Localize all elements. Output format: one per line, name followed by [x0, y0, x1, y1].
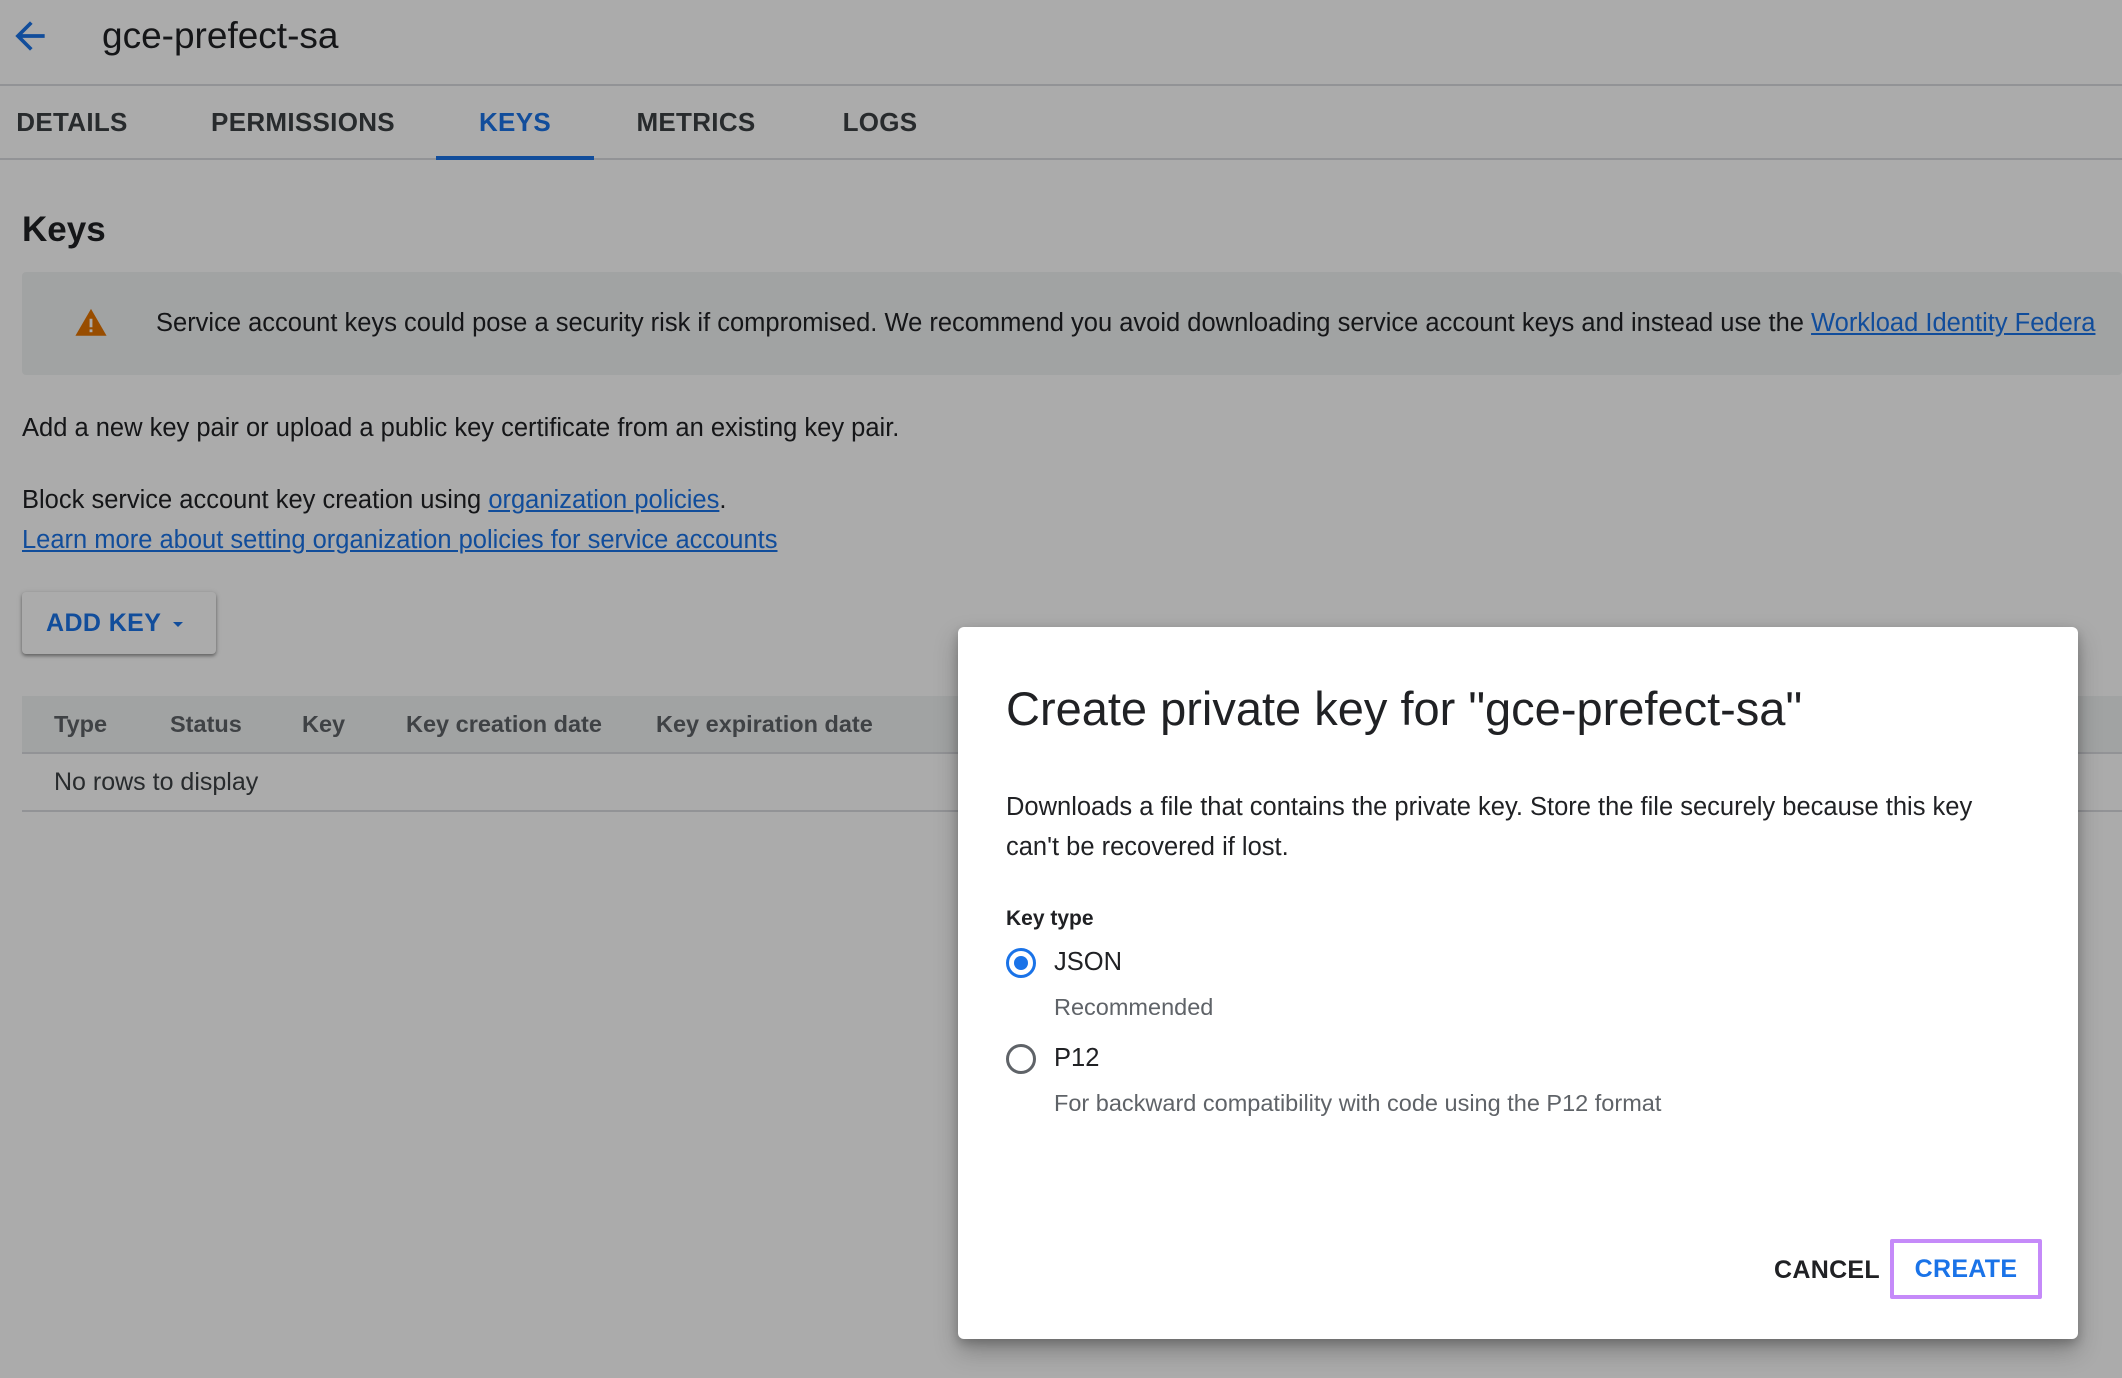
json-radio[interactable]: [1006, 948, 1036, 978]
create-private-key-dialog: Create private key for "gce-prefect-sa" …: [958, 627, 2078, 1339]
service-account-page: gce-prefect-sa DETAILS PERMISSIONS KEYS …: [0, 0, 2122, 1378]
cancel-button[interactable]: CANCEL: [1758, 1242, 1896, 1298]
dialog-description: Downloads a file that contains the priva…: [1006, 793, 1973, 861]
p12-radio[interactable]: [1006, 1044, 1036, 1074]
create-button[interactable]: CREATE: [1890, 1239, 2042, 1299]
key-type-label: Key type: [1006, 907, 1094, 930]
dialog-title: Create private key for "gce-prefect-sa": [1006, 682, 1803, 735]
json-option-label[interactable]: JSON: [1054, 945, 1122, 979]
p12-option-help: For backward compatibility with code usi…: [1054, 1090, 1662, 1116]
json-option-help: Recommended: [1054, 994, 1214, 1020]
p12-option-label[interactable]: P12: [1054, 1041, 1099, 1075]
